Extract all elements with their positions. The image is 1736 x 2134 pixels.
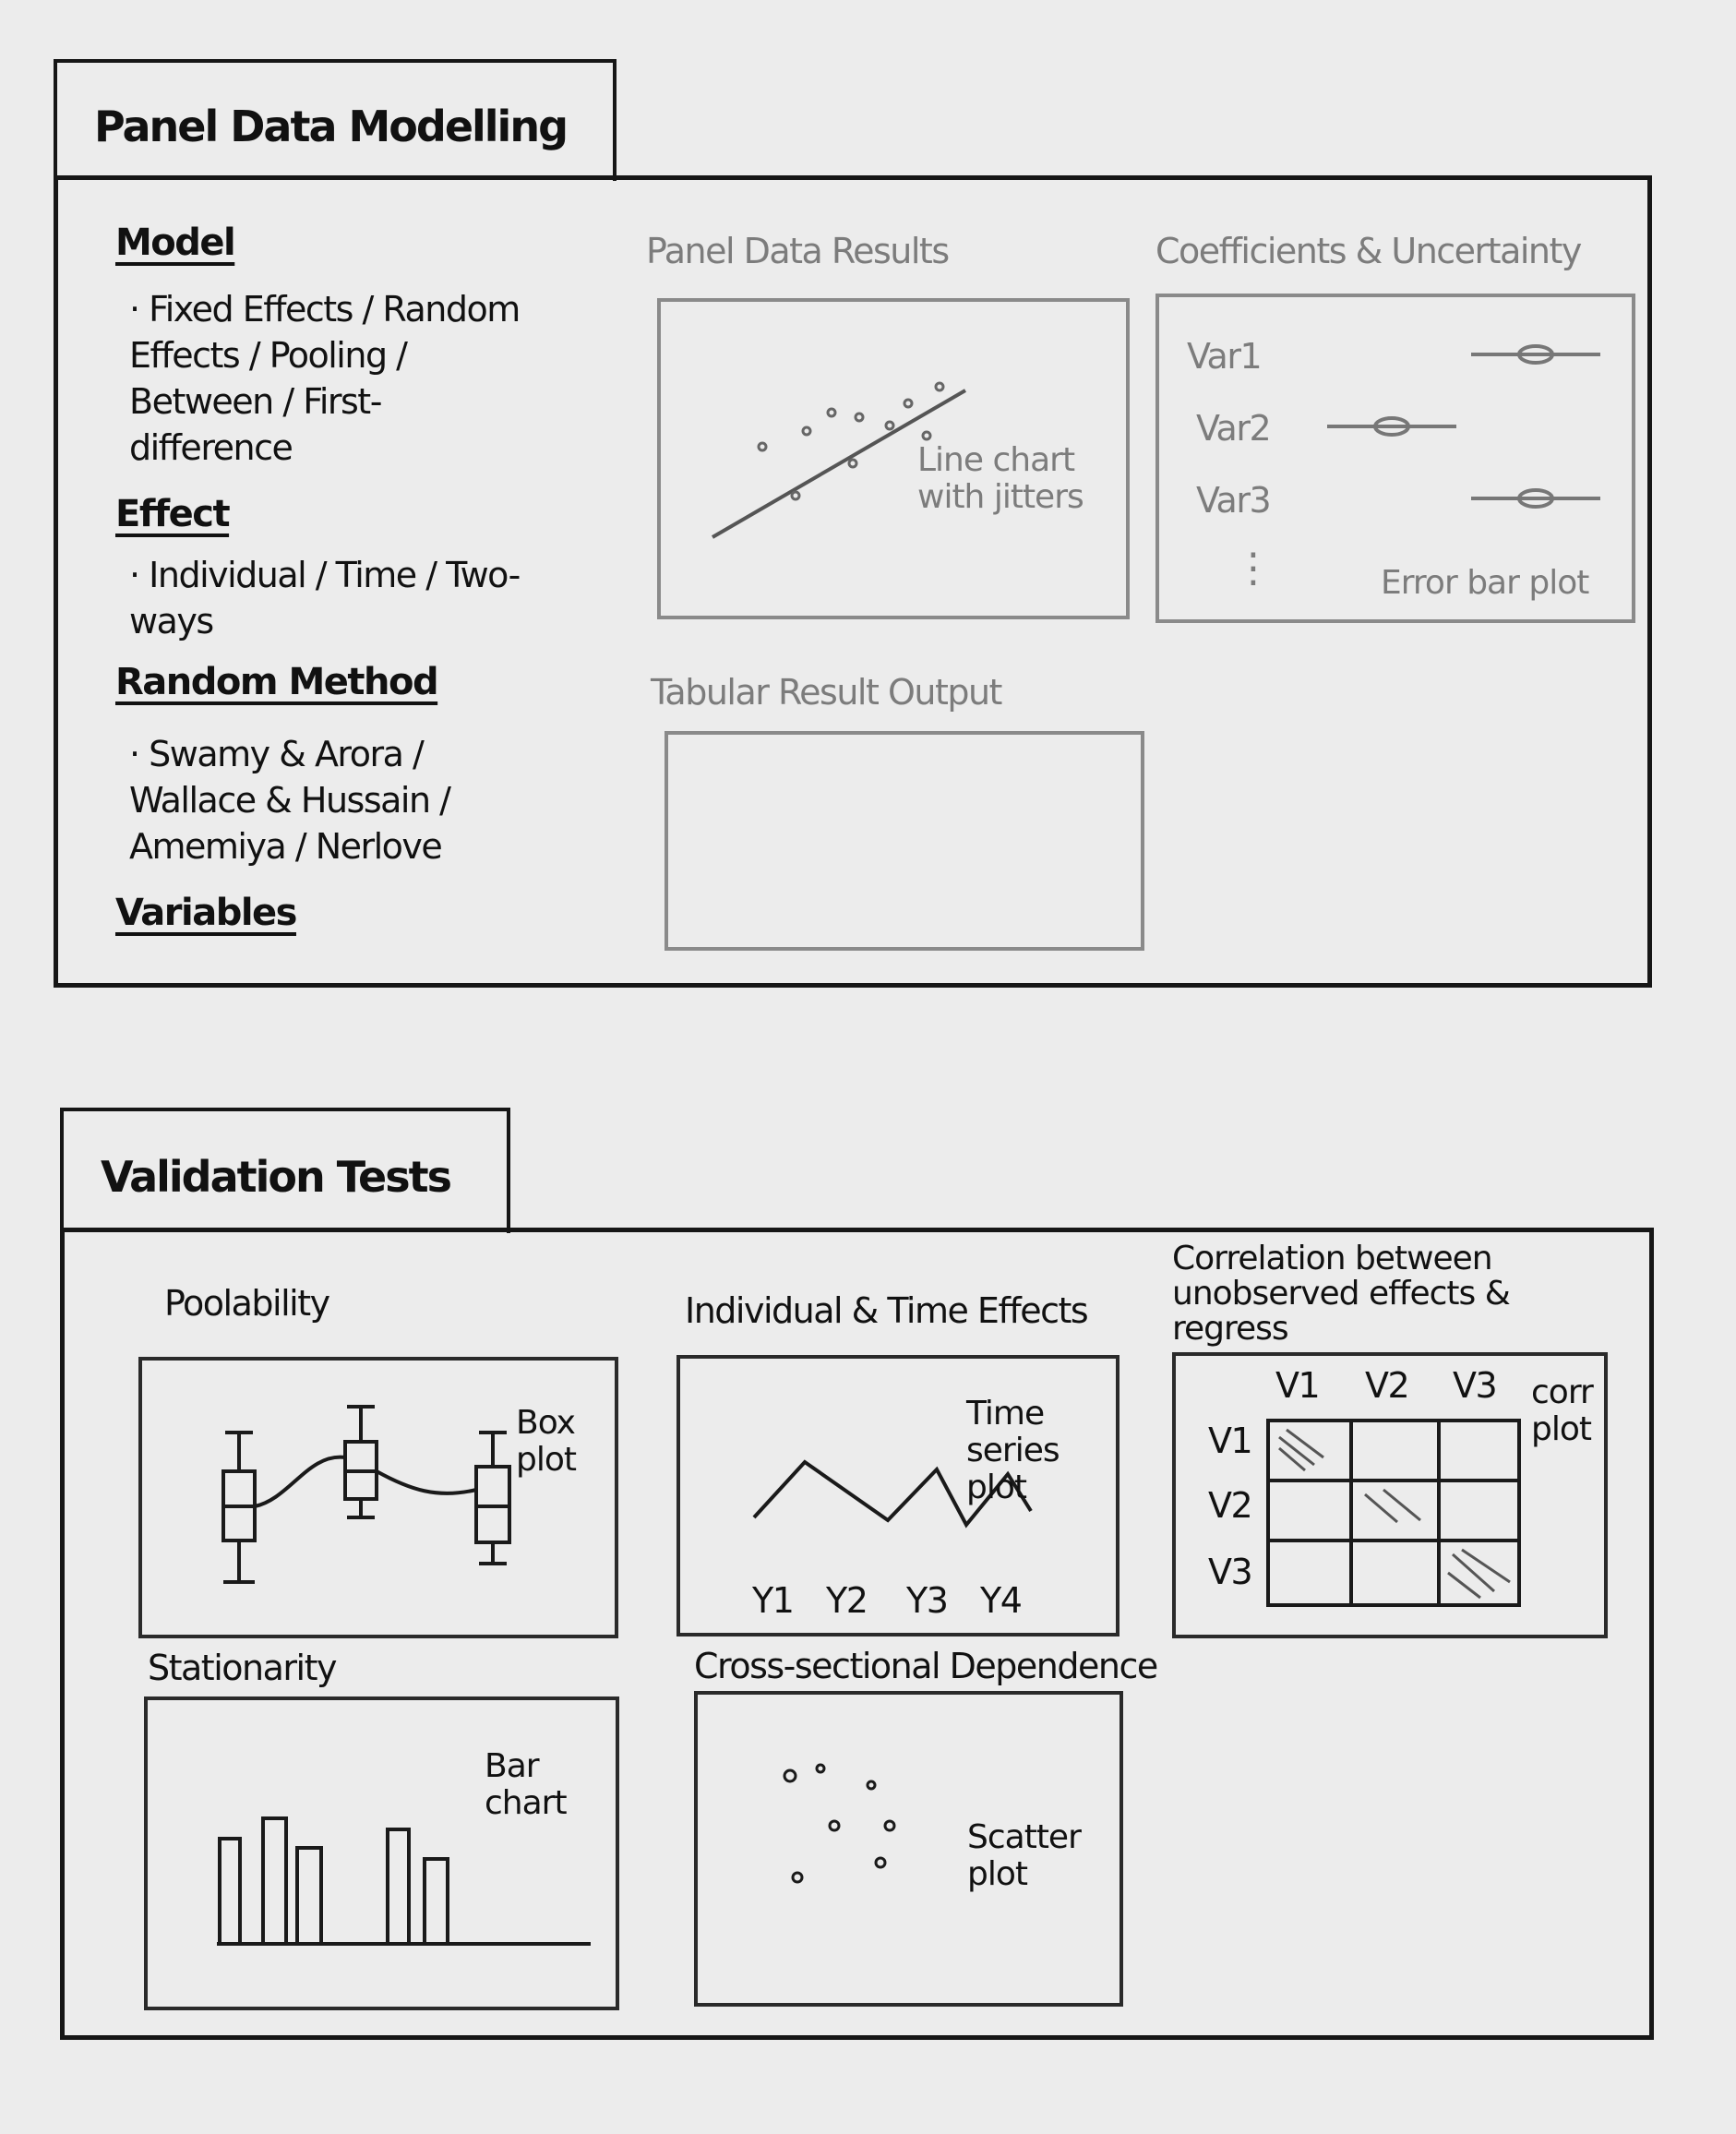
stationarity-bar [261, 1816, 288, 1942]
poolability-note: Box plot [516, 1404, 577, 1479]
model-heading: Model [115, 222, 236, 264]
poolability-title: Poolability [164, 1283, 330, 1324]
stationarity-chart: Bar chart [144, 1696, 619, 2010]
effect-heading: Effect [115, 493, 231, 535]
panel-modelling-tab-label: Panel Data Modelling [94, 102, 569, 151]
random-method-heading: Random Method [115, 661, 439, 703]
effect-options[interactable]: · Individual / Time / Two-ways [129, 552, 535, 644]
effects-x-label: Y4 [980, 1580, 1023, 1621]
scatter-point [828, 1819, 841, 1832]
corr-cell-hatch [1452, 1553, 1495, 1593]
correlation-title: Correlation between unobserved effects &… [1172, 1240, 1511, 1348]
coefficients-chart-note: Error bar plot [1381, 564, 1589, 602]
coefficients-chart-title: Coefficients & Uncertainty [1155, 231, 1582, 271]
results-point [903, 398, 914, 409]
effects-x-label: Y3 [906, 1580, 949, 1621]
model-options[interactable]: · Fixed Effects / Random Effects / Pooli… [129, 286, 535, 471]
results-point [826, 407, 837, 418]
results-point [854, 412, 865, 423]
scatter-point [815, 1763, 826, 1774]
results-point [801, 426, 812, 437]
results-chart-note: Line chart with jitters [917, 441, 1084, 516]
results-point [757, 441, 768, 452]
coefficients-chart: Var1 Var2 Var3 ⋮ Error bar plot [1155, 294, 1635, 623]
validation-tests-tab-label: Validation Tests [101, 1152, 452, 1202]
tabular-title: Tabular Result Output [651, 672, 1002, 713]
stationarity-note: Bar chart [485, 1747, 568, 1822]
results-point [921, 430, 932, 441]
corr-cell-hatch [1278, 1446, 1306, 1472]
cross-sectional-chart: Scatter plot [694, 1691, 1123, 2007]
correlation-chart: V1 V2 V3 V1 V2 V3 corr plot [1172, 1352, 1608, 1638]
effects-note: Time series plot [966, 1395, 1060, 1506]
stationarity-bar [423, 1857, 449, 1942]
stationarity-bar [295, 1846, 323, 1942]
stationarity-title: Stationarity [148, 1648, 337, 1688]
box-plot-connector [254, 1455, 346, 1508]
poolability-chart: Box plot [138, 1357, 618, 1638]
results-point [934, 381, 945, 392]
variables-heading[interactable]: Variables [115, 892, 297, 934]
stationarity-bar-chart [217, 1816, 591, 1946]
results-chart-title: Panel Data Results [646, 231, 950, 271]
poolability-box-plot [221, 1405, 511, 1584]
effects-title: Individual & Time Effects [685, 1290, 1089, 1331]
effects-x-label: Y2 [826, 1580, 868, 1621]
validation-tests-tab[interactable]: Validation Tests [60, 1108, 510, 1233]
effects-chart: Time series plot Y1 Y2 Y3 Y4 [676, 1355, 1119, 1636]
results-point [884, 420, 895, 431]
effects-x-label: Y1 [752, 1580, 795, 1621]
correlation-note: corr plot [1531, 1373, 1594, 1448]
tabular-output [664, 731, 1144, 951]
stationarity-bar [218, 1837, 242, 1942]
scatter-point [783, 1768, 797, 1783]
cross-sectional-title: Cross-sectional Dependence [694, 1646, 1158, 1686]
results-chart: Line chart with jitters [657, 298, 1130, 619]
panel-modelling-tab[interactable]: Panel Data Modelling [54, 59, 617, 181]
scatter-point [883, 1819, 896, 1832]
cross-sectional-note: Scatter plot [967, 1818, 1082, 1893]
corr-cell-hatch [1447, 1571, 1481, 1600]
scatter-point [866, 1780, 877, 1791]
corr-cell-hatch [1461, 1548, 1511, 1584]
random-method-options[interactable]: · Swamy & Arora / Wallace & Hussain / Am… [129, 731, 535, 869]
stationarity-bar [386, 1828, 411, 1942]
results-point [790, 490, 801, 501]
corr-cell-hatch [1286, 1428, 1324, 1459]
box-plot-connector [376, 1469, 477, 1495]
scatter-point [874, 1856, 887, 1869]
results-point [847, 458, 858, 469]
scatter-point [791, 1871, 804, 1884]
